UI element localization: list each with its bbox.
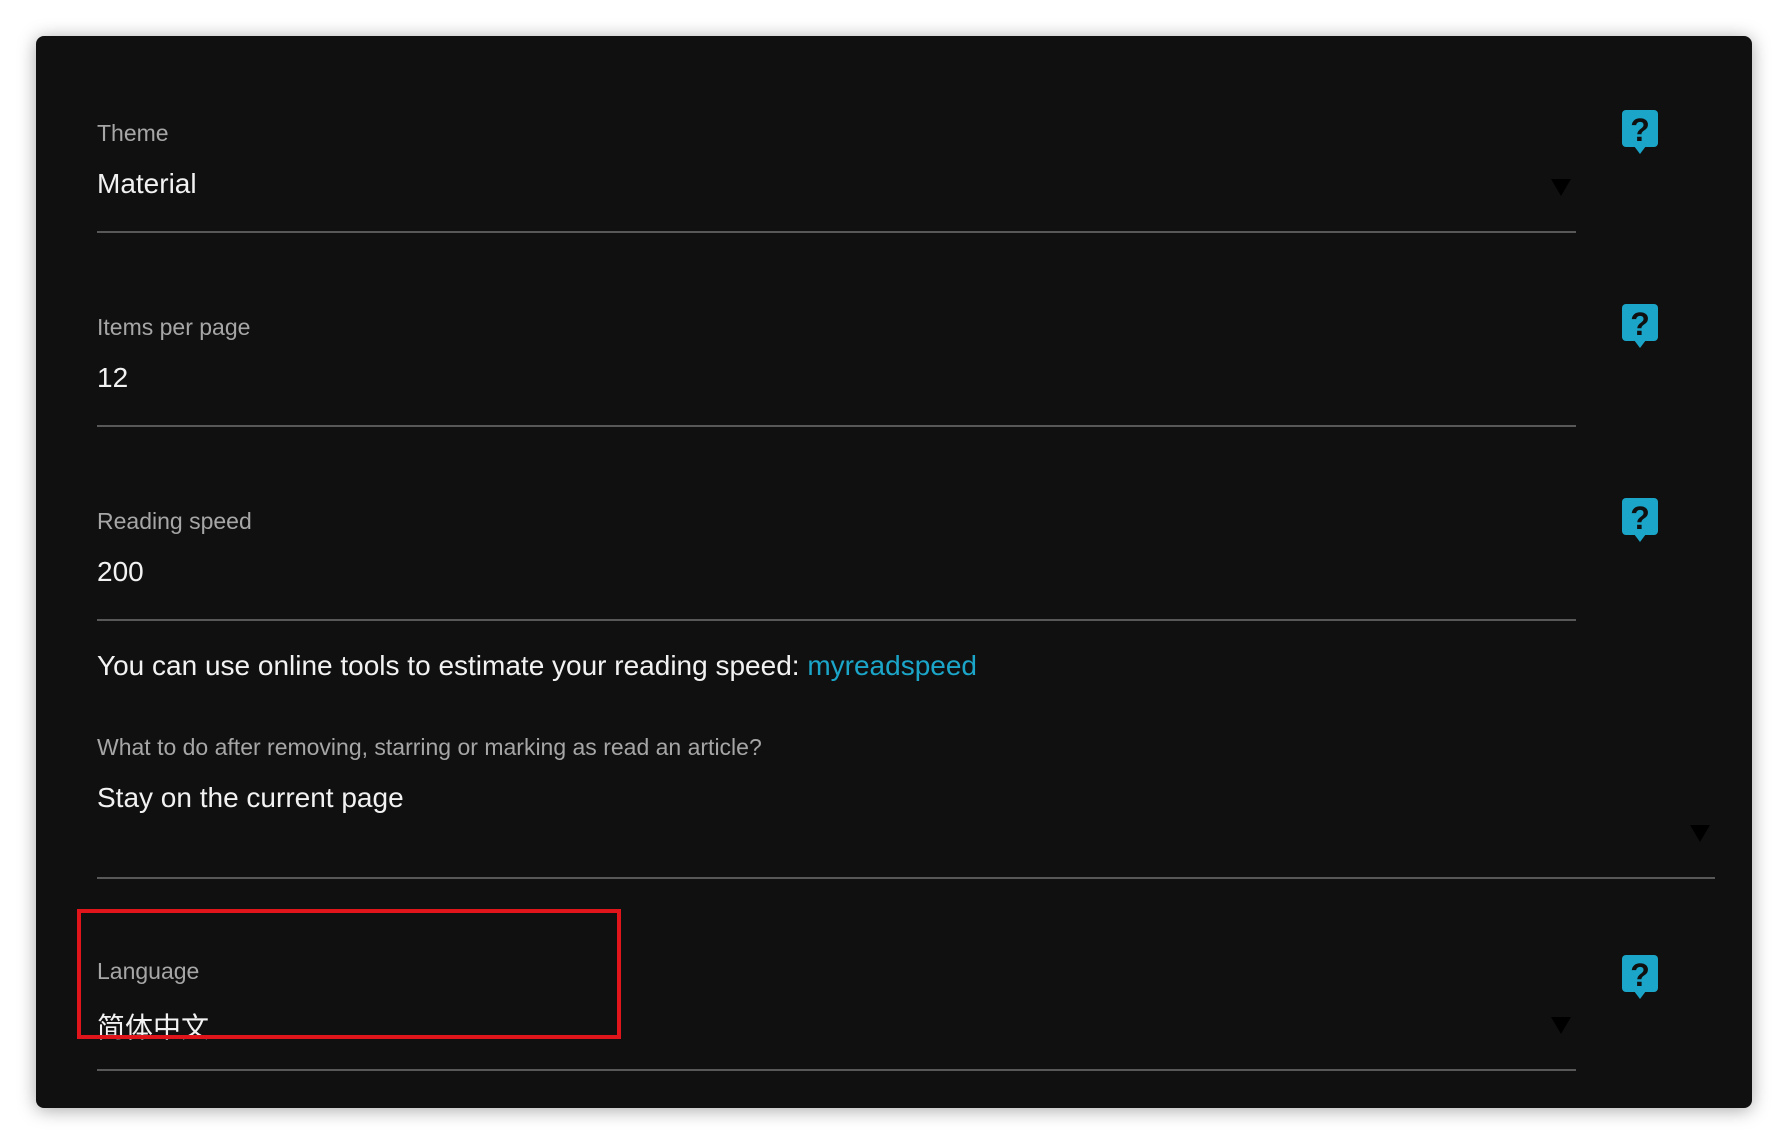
caret-down-icon[interactable]: [1690, 825, 1710, 842]
help-question-icon[interactable]: ?: [1621, 954, 1659, 1000]
caret-down-icon[interactable]: [1551, 1017, 1571, 1034]
items-per-page-underline: [97, 425, 1576, 427]
theme-select[interactable]: Theme Material: [97, 78, 1577, 233]
items-per-page-label: Items per page: [97, 314, 251, 340]
language-label: Language: [97, 958, 200, 984]
language-value[interactable]: 简体中文: [97, 1006, 209, 1046]
reading-speed-underline: [97, 619, 1576, 621]
myreadspeed-link[interactable]: myreadspeed: [807, 650, 977, 681]
reading-speed-input[interactable]: Reading speed 200: [97, 466, 1577, 621]
settings-panel: Theme Material ? Items per page 12 ? Rea…: [36, 36, 1752, 1108]
reading-speed-hint: You can use online tools to estimate you…: [97, 650, 977, 682]
language-select[interactable]: Language 简体中文: [97, 916, 1577, 1071]
help-question-icon[interactable]: ?: [1621, 303, 1659, 349]
svg-text:?: ?: [1630, 306, 1650, 342]
svg-text:?: ?: [1630, 500, 1650, 536]
theme-label: Theme: [97, 120, 169, 146]
items-per-page-value[interactable]: 12: [97, 362, 128, 394]
reading-speed-label: Reading speed: [97, 508, 252, 534]
after-action-value[interactable]: Stay on the current page: [97, 782, 404, 814]
help-question-icon[interactable]: ?: [1621, 109, 1659, 155]
svg-text:?: ?: [1630, 112, 1650, 148]
language-underline: [97, 1069, 1576, 1071]
caret-down-icon[interactable]: [1551, 179, 1571, 196]
help-question-icon[interactable]: ?: [1621, 497, 1659, 543]
reading-speed-hint-text: You can use online tools to estimate you…: [97, 650, 808, 681]
svg-text:?: ?: [1630, 957, 1650, 993]
after-action-label: What to do after removing, starring or m…: [97, 734, 762, 760]
after-action-select[interactable]: What to do after removing, starring or m…: [97, 702, 1717, 879]
theme-underline: [97, 231, 1576, 233]
items-per-page-input[interactable]: Items per page 12: [97, 272, 1577, 427]
reading-speed-value[interactable]: 200: [97, 556, 144, 588]
theme-value[interactable]: Material: [97, 168, 197, 200]
after-action-underline: [97, 877, 1715, 879]
